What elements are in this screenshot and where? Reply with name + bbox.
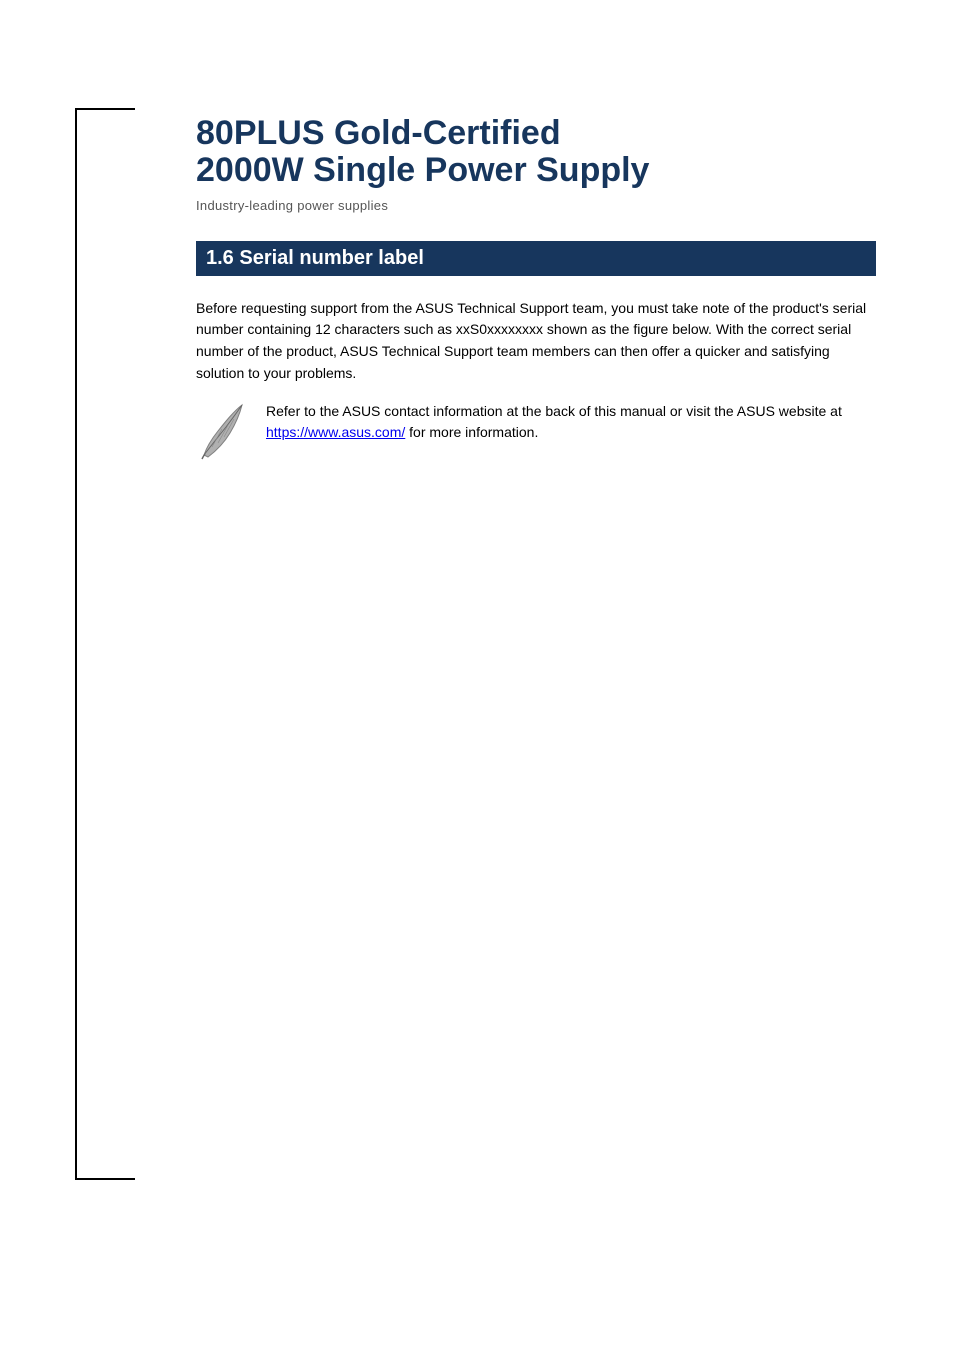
page-frame — [75, 108, 135, 1180]
note-block: Refer to the ASUS contact information at… — [196, 401, 876, 461]
note-link[interactable]: https://www.asus.com/ — [266, 424, 405, 440]
title-sub: Industry-leading power supplies — [196, 198, 876, 213]
feather-icon — [196, 401, 248, 461]
title-block: 80PLUS Gold-Certified 2000W Single Power… — [196, 115, 876, 213]
title-line2: 2000W Single Power Supply — [196, 152, 876, 189]
page-content: 80PLUS Gold-Certified 2000W Single Power… — [196, 115, 876, 461]
title-line1: 80PLUS Gold-Certified — [196, 115, 876, 152]
body-paragraph: Before requesting support from the ASUS … — [196, 298, 876, 385]
section-heading: 1.6 Serial number label — [196, 241, 876, 276]
note-suffix: for more information. — [405, 424, 538, 440]
note-prefix: Refer to the ASUS contact information at… — [266, 403, 842, 419]
note-text: Refer to the ASUS contact information at… — [266, 401, 876, 444]
